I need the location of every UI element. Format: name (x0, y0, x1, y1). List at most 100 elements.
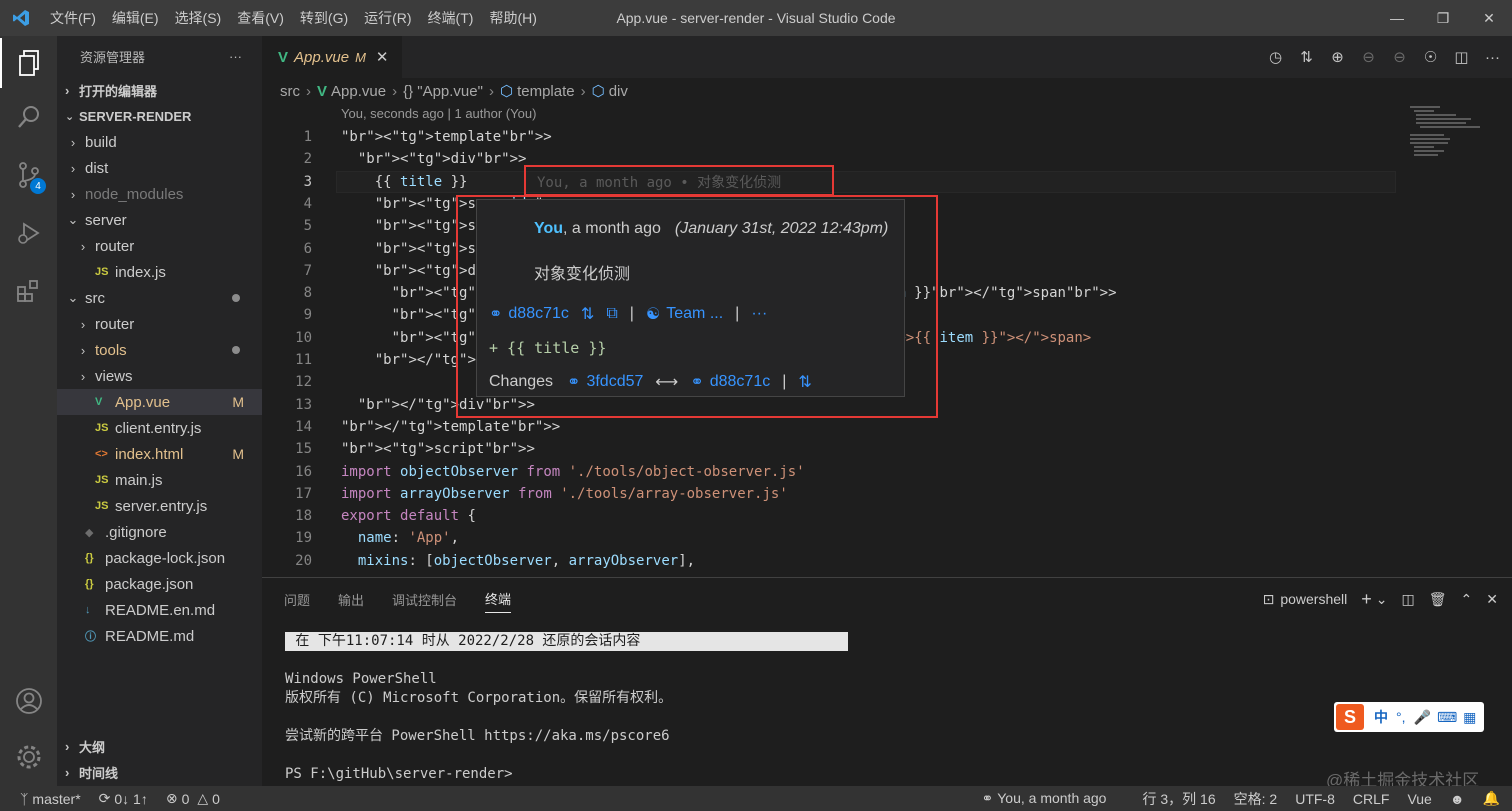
git-codelens[interactable]: You, seconds ago | 1 author (You) (341, 106, 536, 121)
menu-item[interactable]: 编辑(E) (104, 0, 167, 36)
keyboard-icon[interactable]: ⌨ (1437, 709, 1457, 726)
microphone-icon[interactable]: 🎤 (1414, 709, 1431, 726)
menu-item[interactable]: 查看(V) (229, 0, 292, 36)
menu-item[interactable]: 转到(G) (292, 0, 356, 36)
ime-chinese-mode[interactable]: 中 (1374, 707, 1388, 727)
commit-icon[interactable]: ⊕ (1322, 48, 1353, 66)
trash-icon[interactable]: 🗑 (1429, 591, 1447, 608)
code-line[interactable]: name: 'App', (341, 527, 459, 549)
tree-folder[interactable]: ⌄ server (57, 207, 262, 233)
tree-file[interactable]: ◆ .gitignore (57, 519, 262, 545)
code-line[interactable]: "br"><"tg">template"br">> (341, 126, 552, 148)
tree-file[interactable]: ⓘ README.md (57, 623, 262, 649)
tree-folder[interactable]: › router (57, 233, 262, 259)
breadcrumb-src[interactable]: src (280, 83, 300, 100)
tree-folder[interactable]: › build (57, 129, 262, 155)
gitlens-icon[interactable]: ☉ (1415, 48, 1446, 66)
source-control-icon[interactable]: 4 (0, 150, 57, 200)
panel-tab[interactable]: 终端 (485, 585, 512, 613)
menu-item[interactable]: 帮助(H) (481, 0, 544, 36)
split-terminal-icon[interactable]: ◫ (1402, 591, 1415, 608)
menu-item[interactable]: 运行(R) (356, 0, 419, 36)
blame-status[interactable]: ⚭ You, a month ago (982, 790, 1125, 807)
explorer-icon[interactable] (0, 38, 57, 88)
compare-icon[interactable]: ⇅ (581, 304, 594, 324)
warning-count[interactable]: 0 (212, 791, 220, 807)
tree-file[interactable]: JS main.js (57, 467, 262, 493)
breadcrumb-template[interactable]: template (517, 83, 575, 100)
error-count[interactable]: 0 (182, 791, 190, 807)
menu-item[interactable]: 文件(F) (42, 0, 104, 36)
sync-status[interactable]: 0↓ 1↑ (114, 791, 147, 807)
tree-file[interactable]: {} package.json (57, 571, 262, 597)
tree-folder[interactable]: › node_modules (57, 181, 262, 207)
account-icon[interactable] (0, 676, 57, 726)
code-line[interactable]: import arrayObserver from './tools/array… (341, 483, 788, 505)
terminal-output[interactable]: 在 下午11:07:14 时从 2022/2/28 还原的会话内容 Window… (285, 632, 848, 784)
encoding[interactable]: UTF-8 (1295, 791, 1335, 807)
minimize-icon[interactable]: — (1374, 0, 1420, 36)
chevron-down-icon[interactable]: ⌄ (1376, 591, 1388, 608)
tree-file[interactable]: V App.vue M (57, 389, 262, 415)
tree-folder[interactable]: › views (57, 363, 262, 389)
ime-punctuation[interactable]: °, (1396, 709, 1406, 725)
menu-item[interactable]: 选择(S) (167, 0, 230, 36)
tree-folder[interactable]: › router (57, 311, 262, 337)
compare-changes-icon[interactable]: ⇅ (1291, 48, 1322, 66)
indentation[interactable]: 空格: 2 (1234, 789, 1278, 809)
language-mode[interactable]: Vue (1407, 791, 1431, 807)
panel-tab[interactable]: 输出 (338, 586, 364, 613)
copy-icon[interactable]: ⧉ (606, 305, 617, 323)
close-icon[interactable]: ✕ (1466, 0, 1512, 36)
maximize-icon[interactable]: ❐ (1420, 0, 1466, 36)
to-sha-link[interactable]: d88c71c (710, 373, 771, 391)
outline-section[interactable]: › 大纲 (57, 733, 262, 759)
tree-file[interactable]: ↓ README.en.md (57, 597, 262, 623)
maximize-panel-icon[interactable]: ⌃ (1461, 591, 1473, 608)
project-section[interactable]: ⌄ SERVER-RENDER (57, 103, 262, 129)
history-icon[interactable]: ◷ (1260, 48, 1291, 66)
extensions-icon[interactable] (0, 266, 57, 316)
search-icon[interactable] (0, 92, 57, 142)
breadcrumb-div[interactable]: div (609, 83, 628, 100)
breadcrumb-file[interactable]: App.vue (331, 83, 386, 100)
code-line[interactable]: import objectObserver from './tools/obje… (341, 461, 805, 483)
timeline-section[interactable]: › 时间线 (57, 759, 262, 785)
from-sha-link[interactable]: 3fdcd57 (586, 373, 643, 391)
grid-menu-icon[interactable]: ▦ (1463, 709, 1476, 726)
run-debug-icon[interactable] (0, 208, 57, 258)
notifications-icon[interactable]: 🔔 (1483, 790, 1500, 807)
panel-tab[interactable]: 调试控制台 (392, 586, 457, 613)
tree-folder[interactable]: › dist (57, 155, 262, 181)
code-line[interactable]: "br"></"tg">template"br">> (341, 416, 560, 438)
open-editors-section[interactable]: › 打开的编辑器 (57, 77, 262, 103)
tree-folder[interactable]: ⌄ src (57, 285, 262, 311)
branch-status[interactable]: master* (32, 791, 80, 807)
new-terminal-icon[interactable]: + (1361, 589, 1372, 610)
hover-author[interactable]: You (534, 220, 563, 237)
code-line[interactable]: mixins: [objectObserver, arrayObserver], (341, 550, 695, 572)
terminal-shell-selector[interactable]: powershell (1280, 591, 1347, 607)
more-actions-icon[interactable]: ··· (1477, 49, 1508, 66)
settings-gear-icon[interactable] (0, 732, 57, 782)
tree-file[interactable]: {} package-lock.json (57, 545, 262, 571)
ime-toolbar[interactable]: S 中 °, 🎤 ⌨ ▦ (1334, 702, 1484, 732)
split-editor-icon[interactable]: ◫ (1446, 48, 1477, 66)
panel-tab[interactable]: 问题 (284, 586, 310, 613)
team-link[interactable]: Team ... (666, 305, 723, 323)
close-panel-icon[interactable]: ✕ (1486, 591, 1498, 608)
code-line[interactable]: "br"><"tg">script"br">> (341, 438, 535, 460)
tree-file[interactable]: JS client.entry.js (57, 415, 262, 441)
minimap[interactable] (1406, 104, 1496, 164)
more-options-link[interactable]: ··· (751, 305, 767, 323)
tab-app-vue[interactable]: V App.vue M ✕ (262, 36, 402, 78)
tree-file[interactable]: <> index.html M (57, 441, 262, 467)
tree-file[interactable]: JS index.js (57, 259, 262, 285)
menu-item[interactable]: 终端(T) (420, 0, 482, 36)
tree-folder[interactable]: › tools (57, 337, 262, 363)
feedback-icon[interactable]: ☻ (1450, 791, 1465, 807)
more-actions-button[interactable]: ··· (229, 49, 242, 64)
previous-revision-icon[interactable]: ⊖ (1353, 48, 1384, 66)
close-tab-icon[interactable]: ✕ (376, 48, 389, 66)
line-ending[interactable]: CRLF (1353, 791, 1390, 807)
